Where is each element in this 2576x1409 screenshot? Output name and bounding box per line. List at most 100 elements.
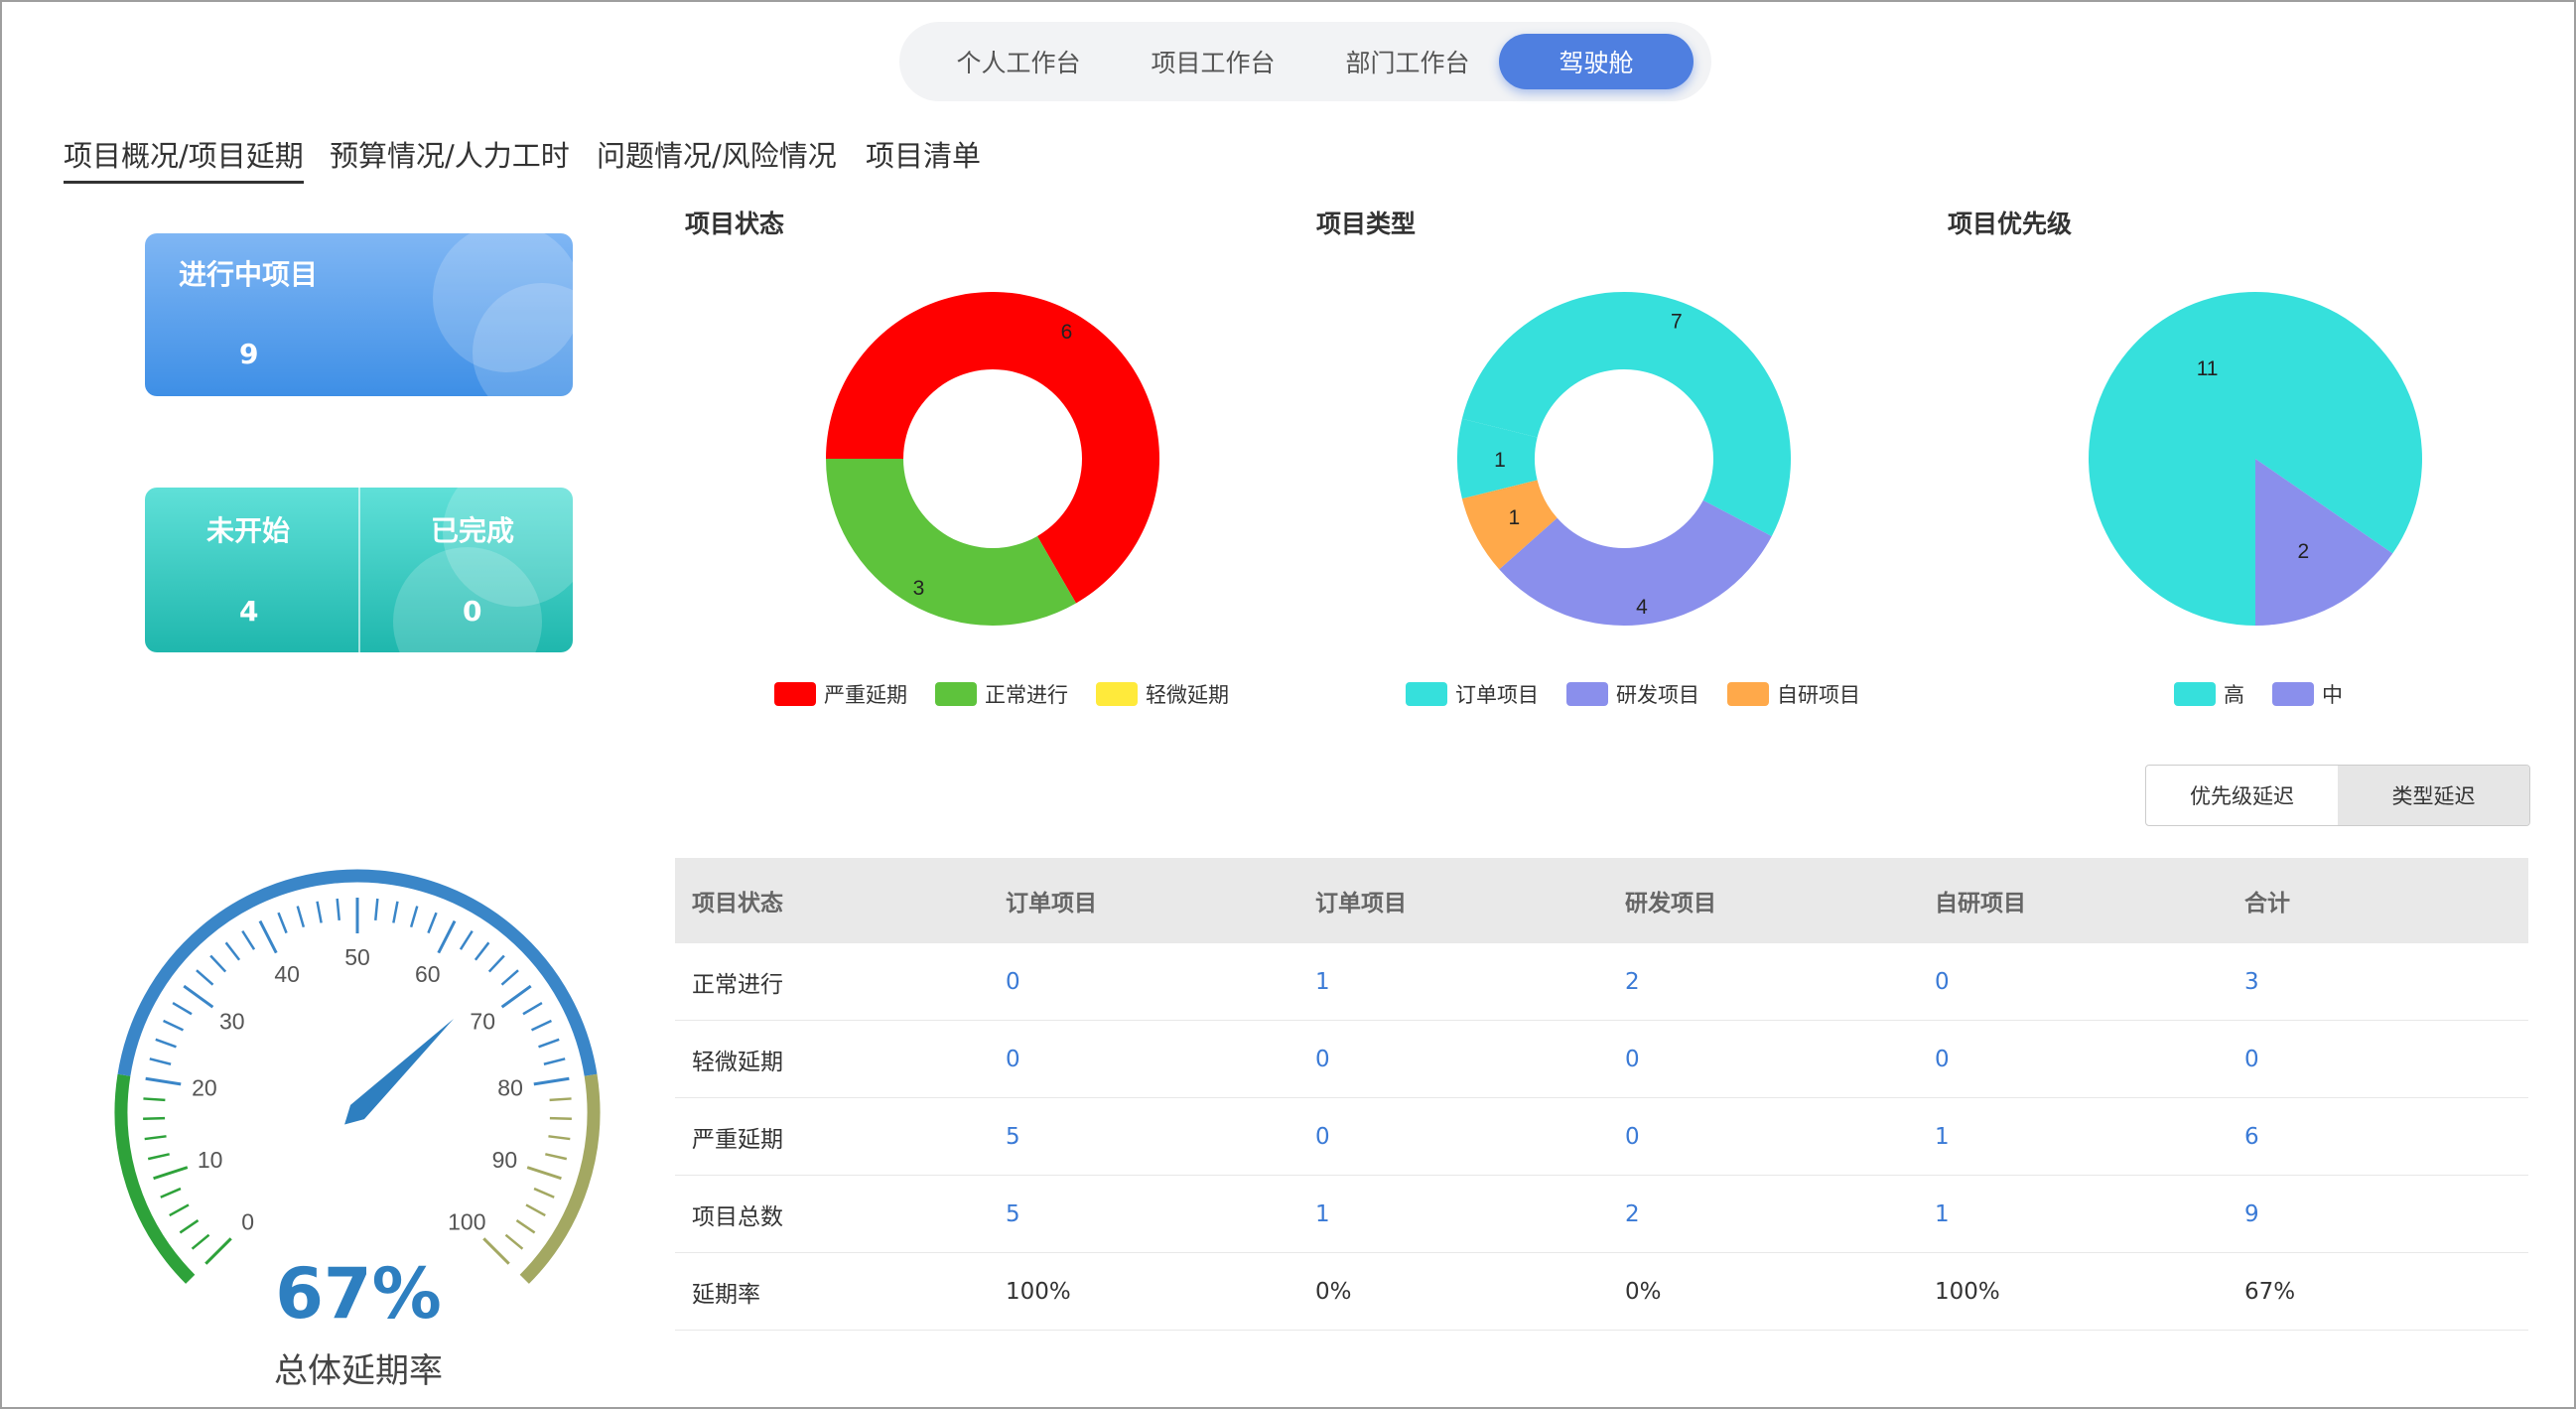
table-cell[interactable]: 1	[1298, 1175, 1608, 1253]
pie-slice[interactable]	[826, 459, 1076, 626]
gauge-tick	[155, 1038, 177, 1049]
row-label-cell: 正常进行	[675, 943, 989, 1021]
gauge-tick	[169, 1203, 190, 1217]
gauge-tick	[179, 1219, 200, 1234]
gauge-tick-label: 90	[492, 1147, 518, 1173]
gauge-tick	[533, 1076, 570, 1086]
gauge-tick	[409, 906, 419, 928]
gauge-tick	[149, 1057, 172, 1065]
table-cell[interactable]: 0	[989, 943, 1298, 1021]
gauge-tick	[143, 1097, 166, 1102]
gauge-tick	[482, 1237, 510, 1265]
table-cell[interactable]: 0	[1918, 943, 2228, 1021]
table-cell[interactable]: 6	[2228, 1097, 2528, 1176]
legend-item-severe-delay[interactable]: 严重延期	[774, 679, 907, 709]
toggle-type-delay[interactable]: 类型延迟	[2338, 766, 2529, 825]
slice-value-label: 2	[2298, 540, 2310, 563]
table-cell[interactable]: 0	[989, 1020, 1298, 1098]
slice-value-label: 7	[1671, 311, 1683, 334]
table-cell[interactable]: 5	[989, 1097, 1298, 1176]
gauge-tick-label: 50	[344, 944, 370, 970]
table-cell[interactable]: 0	[2228, 1020, 2528, 1098]
toggle-priority-delay[interactable]: 优先级延迟	[2146, 766, 2338, 825]
table-cell[interactable]: 1	[1918, 1097, 2228, 1176]
table-header: 项目状态	[675, 858, 989, 943]
subtab-budget-manhours[interactable]: 预算情况/人力工时	[330, 133, 570, 175]
gauge-tick	[474, 941, 490, 961]
gauge-tick	[163, 1019, 184, 1032]
gauge-tick	[336, 898, 340, 920]
gauge-tick	[526, 1166, 562, 1181]
legend-item-self-research[interactable]: 自研项目	[1727, 679, 1860, 709]
legend-item-high[interactable]: 高	[2174, 679, 2244, 709]
not-started-count[interactable]: 4	[239, 595, 258, 628]
table-cell[interactable]: 2	[1608, 1175, 1918, 1253]
gauge-tick	[500, 969, 519, 986]
legend-item-medium[interactable]: 中	[2272, 679, 2343, 709]
table-cell[interactable]: 5	[989, 1175, 1298, 1253]
table-cell[interactable]: 9	[2228, 1175, 2528, 1253]
gauge-tick	[538, 1038, 560, 1049]
gauge-tick	[504, 1233, 524, 1250]
gauge-tick	[549, 1116, 572, 1121]
gauge-tick-label: 100	[448, 1208, 485, 1234]
table-cell: 0%	[1608, 1252, 1918, 1331]
row-label-cell: 延期率	[675, 1252, 989, 1331]
status-donut-chart: 63	[826, 292, 1159, 626]
table-row: 轻微延期 0 0 0 0 0	[675, 1020, 2528, 1098]
table-cell[interactable]: 0	[1608, 1097, 1918, 1176]
table-header: 自研项目	[1918, 858, 2228, 943]
table-cell[interactable]: 2	[1608, 943, 1918, 1021]
table-cell[interactable]: 3	[2228, 943, 2528, 1021]
tab-project-workspace[interactable]: 项目工作台	[1116, 34, 1310, 89]
table-cell: 100%	[989, 1252, 1298, 1331]
gauge-tick	[145, 1076, 182, 1086]
gauge-tick-label: 30	[219, 1008, 245, 1034]
gauge-tick	[316, 901, 323, 923]
gauge-tick	[522, 1001, 543, 1016]
priority-legend: 高 中	[2174, 679, 2371, 709]
table-cell[interactable]: 1	[1298, 943, 1608, 1021]
table-cell[interactable]: 0	[1608, 1020, 1918, 1098]
slice-value-label: 1	[1494, 449, 1506, 472]
subtab-issues-risks[interactable]: 问题情况/风险情况	[597, 133, 837, 175]
legend-item-minor-delay[interactable]: 轻微延期	[1096, 679, 1229, 709]
table-cell[interactable]: 0	[1918, 1020, 2228, 1098]
in-progress-label: 进行中项目	[179, 258, 319, 291]
legend-item-order-project[interactable]: 订单项目	[1406, 679, 1539, 709]
gauge-tick-label: 70	[470, 1008, 495, 1034]
type-legend: 订单项目 研发项目 自研项目	[1406, 679, 1888, 709]
gauge-tick	[277, 912, 288, 934]
in-progress-count: 9	[239, 338, 259, 370]
tab-cockpit[interactable]: 驾驶舱	[1499, 34, 1694, 89]
table-cell: 100%	[1918, 1252, 2228, 1331]
gauge-needle	[344, 1019, 454, 1125]
table-cell[interactable]: 1	[1918, 1175, 2228, 1253]
row-label-cell: 项目总数	[675, 1175, 989, 1253]
tab-department-workspace[interactable]: 部门工作台	[1310, 34, 1505, 89]
gauge-tick	[160, 1187, 182, 1198]
slice-value-label: 11	[2197, 357, 2219, 380]
table-cell: 0%	[1298, 1252, 1608, 1331]
gauge-tick	[258, 919, 278, 954]
table-header: 订单项目	[989, 858, 1298, 943]
subtab-project-list[interactable]: 项目清单	[866, 133, 981, 175]
legend-item-rd-project[interactable]: 研发项目	[1566, 679, 1699, 709]
table-cell[interactable]: 0	[1298, 1020, 1608, 1098]
gauge-tick	[296, 906, 306, 928]
type-chart-title: 项目类型	[1316, 210, 1417, 238]
legend-item-normal[interactable]: 正常进行	[935, 679, 1068, 709]
slice-value-label: 6	[1061, 321, 1073, 344]
table-cell[interactable]: 0	[1298, 1097, 1608, 1176]
completed-count[interactable]: 0	[463, 595, 481, 628]
table-header: 合计	[2228, 858, 2528, 943]
table-header: 订单项目	[1298, 858, 1608, 943]
delay-type-toggle: 优先级延迟 类型延迟	[2145, 765, 2530, 826]
delay-table: 项目状态 订单项目 订单项目 研发项目 自研项目 合计 正常进行 0 1 2 0 3 轻微延…	[675, 858, 2528, 1331]
gauge-tick-label: 40	[274, 961, 300, 987]
in-progress-card[interactable]: 进行中项目 9	[145, 233, 573, 396]
gauge-tick-label: 80	[497, 1075, 523, 1101]
gauge-tick	[545, 1153, 568, 1161]
tab-personal-workspace[interactable]: 个人工作台	[921, 34, 1116, 89]
subtab-overview-delay[interactable]: 项目概况/项目延期	[64, 133, 304, 184]
